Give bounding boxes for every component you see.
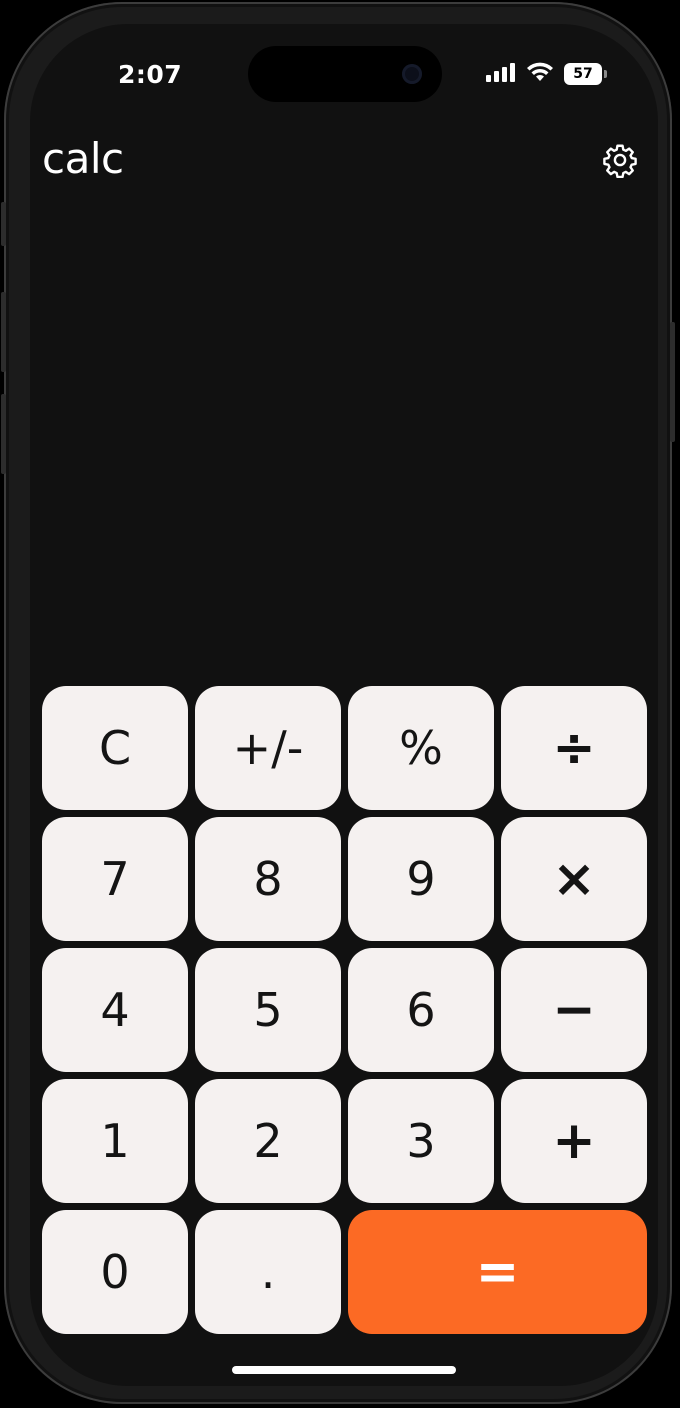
status-time: 2:07 <box>118 60 183 89</box>
settings-button[interactable] <box>600 142 640 182</box>
screen: 2:07 57 calc C +/- % ÷ 7 8 9 × 4 5 6 − 1… <box>30 24 658 1386</box>
home-indicator[interactable] <box>232 1366 456 1374</box>
front-camera-icon <box>402 64 422 84</box>
digit-4-button[interactable]: 4 <box>42 948 188 1072</box>
app-title: calc <box>42 134 124 183</box>
decimal-button[interactable]: . <box>195 1210 341 1334</box>
signal-icon <box>486 62 516 86</box>
digit-6-button[interactable]: 6 <box>348 948 494 1072</box>
multiply-button[interactable]: × <box>501 817 647 941</box>
sign-toggle-button[interactable]: +/- <box>195 686 341 810</box>
clear-button[interactable]: C <box>42 686 188 810</box>
volume-up-button <box>1 292 6 372</box>
keypad: C +/- % ÷ 7 8 9 × 4 5 6 − 1 2 3 + 0 . = <box>42 686 647 1334</box>
digit-0-button[interactable]: 0 <box>42 1210 188 1334</box>
digit-8-button[interactable]: 8 <box>195 817 341 941</box>
digit-9-button[interactable]: 9 <box>348 817 494 941</box>
gear-icon <box>602 142 638 182</box>
wifi-icon <box>526 62 554 86</box>
dynamic-island <box>248 46 442 102</box>
action-button <box>1 202 6 246</box>
digit-2-button[interactable]: 2 <box>195 1079 341 1203</box>
volume-down-button <box>1 394 6 474</box>
divide-button[interactable]: ÷ <box>501 686 647 810</box>
digit-1-button[interactable]: 1 <box>42 1079 188 1203</box>
subtract-button[interactable]: − <box>501 948 647 1072</box>
battery-icon: 57 <box>564 63 607 85</box>
percent-button[interactable]: % <box>348 686 494 810</box>
status-icons: 57 <box>486 62 607 86</box>
digit-7-button[interactable]: 7 <box>42 817 188 941</box>
digit-3-button[interactable]: 3 <box>348 1079 494 1203</box>
phone-frame: 2:07 57 calc C +/- % ÷ 7 8 9 × 4 5 6 − 1… <box>1 2 675 1404</box>
add-button[interactable]: + <box>501 1079 647 1203</box>
digit-5-button[interactable]: 5 <box>195 948 341 1072</box>
power-button <box>670 322 675 442</box>
equals-button[interactable]: = <box>348 1210 647 1334</box>
